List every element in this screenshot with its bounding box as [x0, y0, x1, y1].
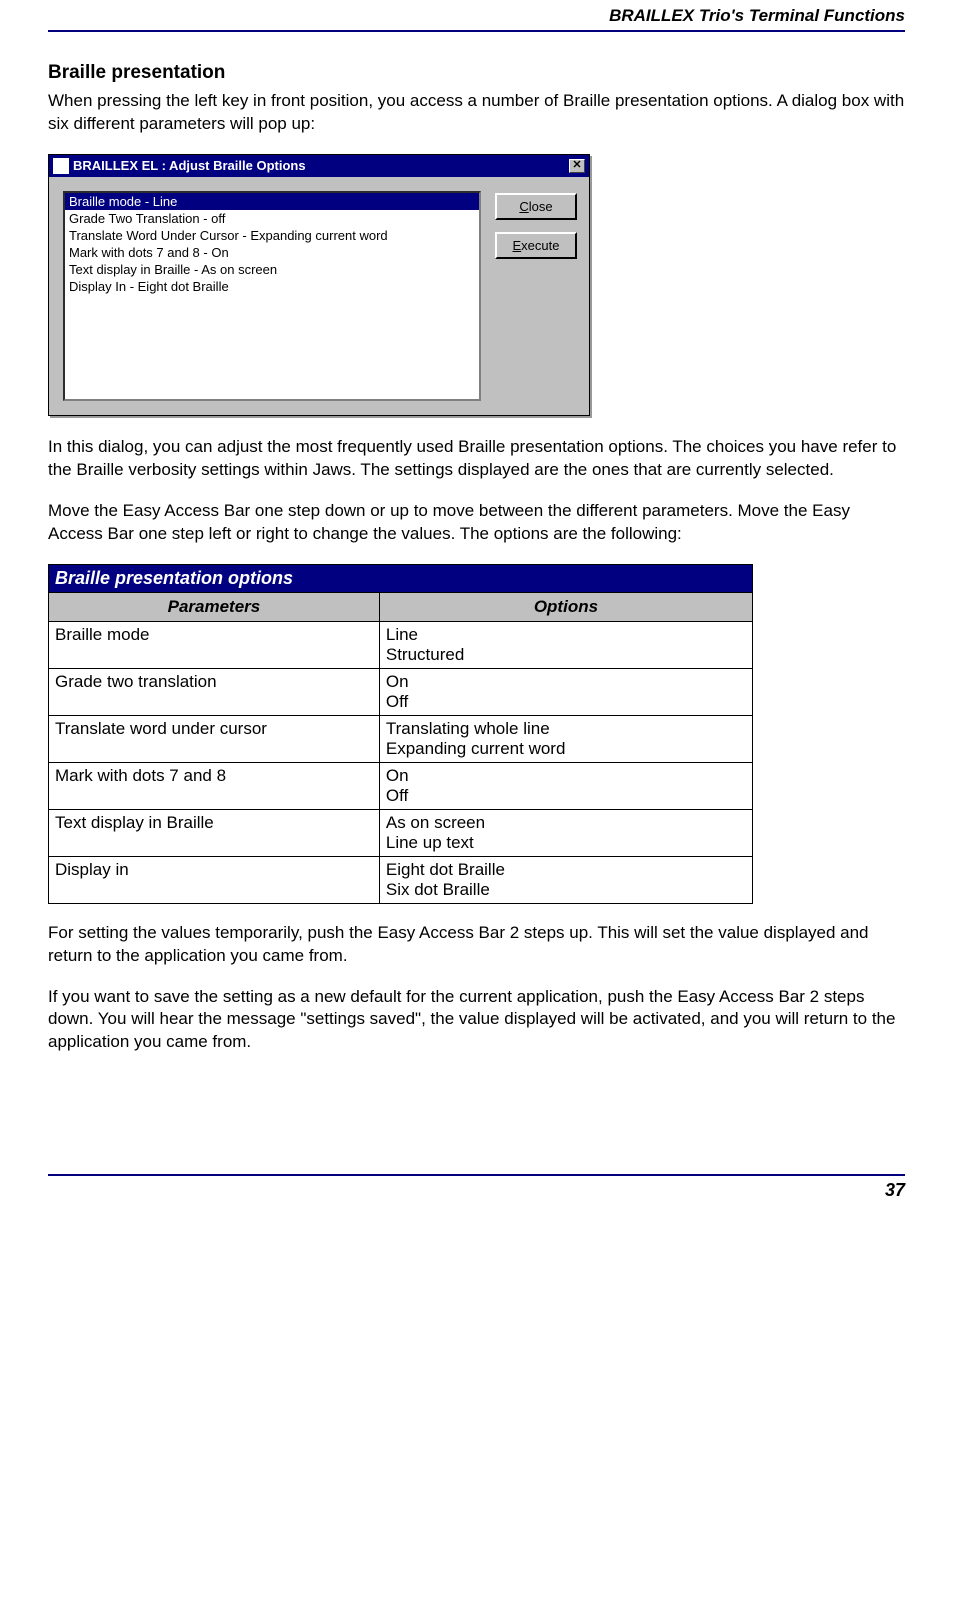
param-cell: Mark with dots 7 and 8 — [49, 762, 380, 809]
body-paragraph: Move the Easy Access Bar one step down o… — [48, 500, 905, 546]
param-cell: Text display in Braille — [49, 809, 380, 856]
options-cell: As on screenLine up text — [379, 809, 752, 856]
list-item[interactable]: Grade Two Translation - off — [65, 210, 479, 227]
col-header-parameters: Parameters — [49, 592, 380, 621]
btn-accel: C — [519, 199, 528, 214]
section-heading: Braille presentation — [48, 62, 905, 84]
options-cell: LineStructured — [379, 621, 752, 668]
list-item[interactable]: Braille mode - Line — [65, 193, 479, 210]
list-item[interactable]: Mark with dots 7 and 8 - On — [65, 244, 479, 261]
list-item[interactable]: Text display in Braille - As on screen — [65, 261, 479, 278]
param-cell: Braille mode — [49, 621, 380, 668]
close-button[interactable]: Close — [495, 193, 577, 220]
param-cell: Grade two translation — [49, 668, 380, 715]
close-icon[interactable]: ✕ — [569, 159, 585, 173]
options-cell: OnOff — [379, 762, 752, 809]
dialog-title: BRAILLEX EL : Adjust Braille Options — [73, 158, 569, 173]
app-icon — [53, 158, 69, 174]
param-cell: Display in — [49, 856, 380, 903]
btn-text: lose — [529, 199, 553, 214]
body-paragraph: If you want to save the setting as a new… — [48, 986, 905, 1055]
param-cell: Translate word under cursor — [49, 715, 380, 762]
page-footer: 37 — [48, 1174, 905, 1205]
options-listbox[interactable]: Braille mode - Line Grade Two Translatio… — [63, 191, 481, 401]
body-paragraph: In this dialog, you can adjust the most … — [48, 436, 905, 482]
page-number: 37 — [885, 1180, 905, 1200]
col-header-options: Options — [379, 592, 752, 621]
intro-paragraph: When pressing the left key in front posi… — [48, 90, 905, 136]
braille-options-table: Braille presentation options Parameters … — [48, 564, 753, 904]
table-caption: Braille presentation options — [49, 564, 753, 592]
body-paragraph: For setting the values temporarily, push… — [48, 922, 905, 968]
options-cell: OnOff — [379, 668, 752, 715]
list-item[interactable]: Display In - Eight dot Braille — [65, 278, 479, 295]
options-cell: Translating whole lineExpanding current … — [379, 715, 752, 762]
options-cell: Eight dot BrailleSix dot Braille — [379, 856, 752, 903]
dialog-titlebar: BRAILLEX EL : Adjust Braille Options ✕ — [49, 155, 589, 177]
btn-accel: E — [513, 238, 522, 253]
btn-text: xecute — [521, 238, 559, 253]
execute-button[interactable]: Execute — [495, 232, 577, 259]
braille-options-dialog: BRAILLEX EL : Adjust Braille Options ✕ B… — [48, 154, 590, 416]
list-item[interactable]: Translate Word Under Cursor - Expanding … — [65, 227, 479, 244]
page-header: BRAILLEX Trio's Terminal Functions — [48, 0, 905, 32]
